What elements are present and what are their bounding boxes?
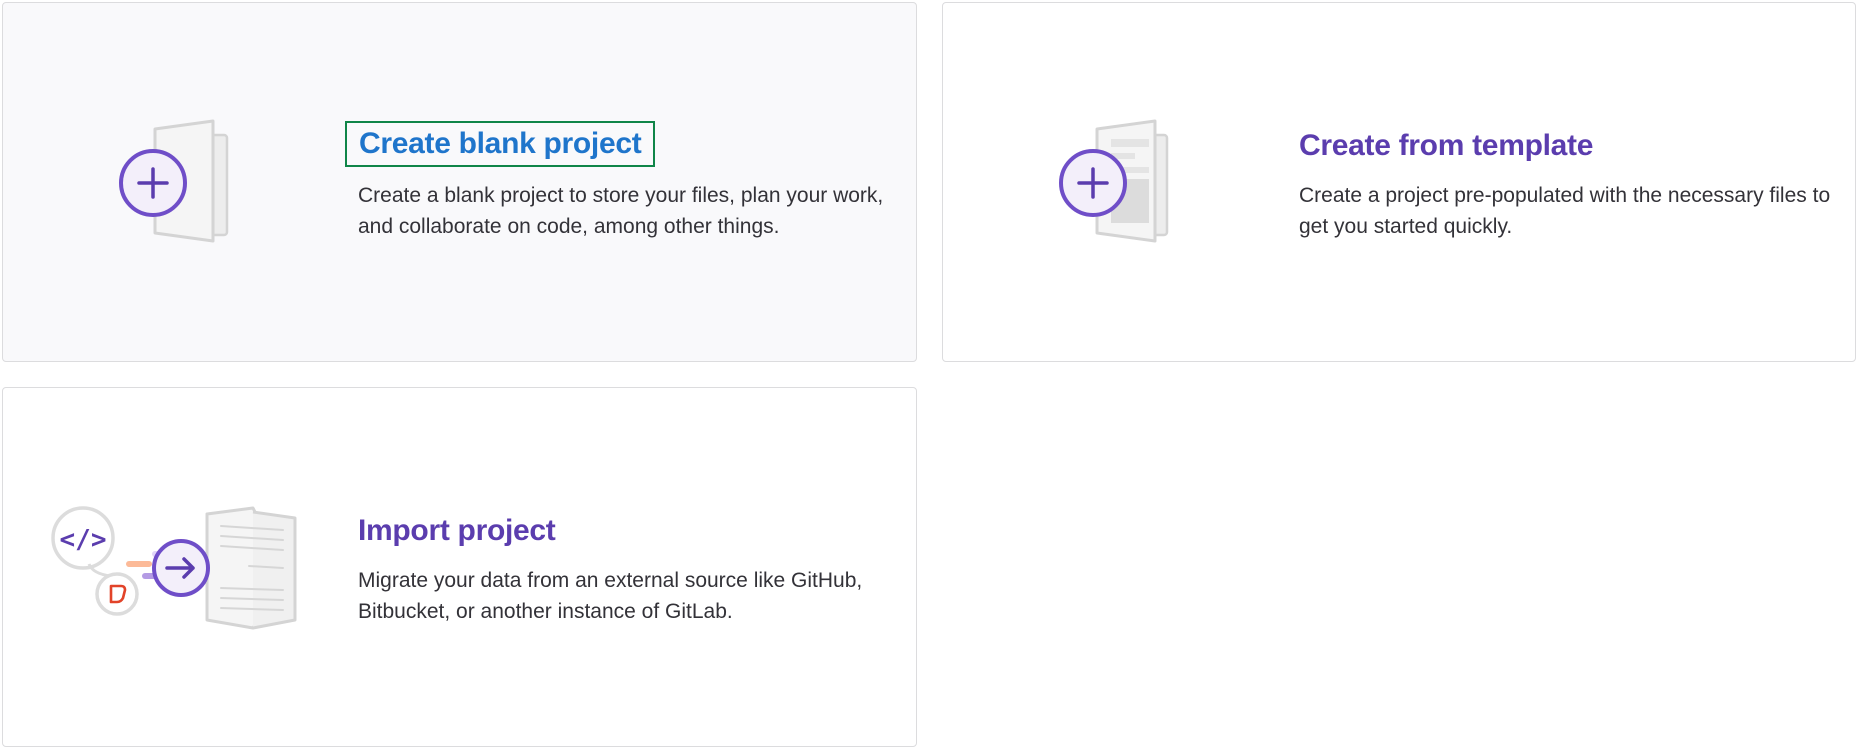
- card-title-create-template[interactable]: Create from template: [1299, 127, 1593, 165]
- card-description-create-template: Create a project pre-populated with the …: [1299, 184, 1831, 238]
- card-title-create-blank[interactable]: Create blank project: [344, 121, 656, 167]
- create-from-template-card[interactable]: Create from template Create a project pr…: [942, 2, 1856, 362]
- plus-document-icon: [119, 119, 229, 243]
- plus-template-icon: [1059, 119, 1169, 243]
- import-arrow-icon: </>: [51, 506, 297, 630]
- card-description-create-blank: Create a blank project to store your fil…: [358, 184, 884, 238]
- import-project-card[interactable]: </> Import project Migrate your data fro…: [2, 387, 917, 747]
- create-blank-project-card[interactable]: Create blank project Create a blank proj…: [2, 2, 917, 362]
- svg-text:</>: </>: [60, 525, 107, 555]
- card-description-import: Migrate your data from an external sourc…: [358, 569, 863, 623]
- card-title-import[interactable]: Import project: [358, 512, 556, 550]
